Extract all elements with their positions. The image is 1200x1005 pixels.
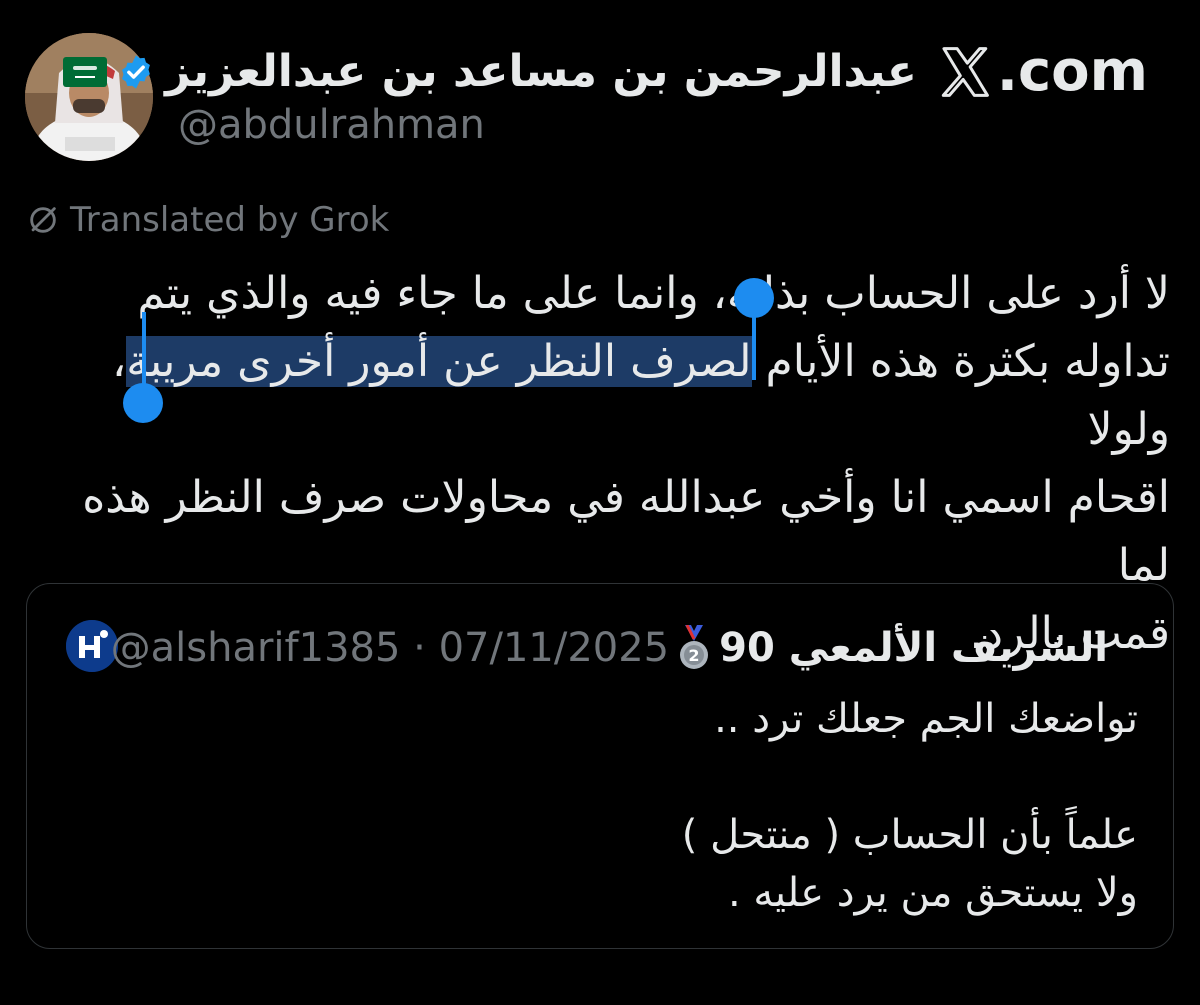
verified-badge-icon — [122, 55, 151, 89]
second-place-medal-icon: 2 — [680, 625, 709, 669]
selection-end-caret — [142, 312, 146, 392]
translation-note[interactable]: Translated by Grok — [26, 197, 389, 243]
tweet-line-3: اقحام اسمي انا وأخي عبدالله في محاولات ص… — [82, 472, 1170, 591]
quoted-header: الشريف الألمعي 90 2 @alsharif1385 · 07/1… — [111, 620, 1108, 676]
selected-text[interactable]: لصرف النظر عن أمور أخرى مريبة — [126, 336, 752, 387]
author-display-name-row[interactable]: عبدالرحمن بن مساعد بن عبدالعزيز — [63, 40, 917, 104]
tweet-line-1: لا أرد على الحساب بذاته، وانما على ما جا… — [137, 268, 1170, 319]
selection-end-handle[interactable] — [123, 383, 163, 423]
x-logo-icon — [941, 47, 989, 97]
tweet-line-2: تداوله بكثرة هذه الأيام لصرف النظر عن أم… — [26, 328, 1170, 464]
translation-label: Translated by Grok — [70, 200, 390, 240]
quoted-handle-date[interactable]: @alsharif1385 · 07/11/2025 — [111, 620, 669, 676]
author-display-name: عبدالرحمن بن مساعد بن عبدالعزيز — [165, 46, 917, 97]
tweet-line-2-start: تداوله بكثرة هذه الأيام — [751, 336, 1171, 387]
author-handle[interactable]: @abdulrahman — [178, 100, 485, 150]
quoted-display-name[interactable]: الشريف الألمعي 90 — [719, 620, 1108, 676]
brand-logo: .com — [935, 40, 1148, 104]
brand-domain: .com — [996, 39, 1148, 104]
selection-start-handle[interactable] — [734, 278, 774, 318]
svg-text:2: 2 — [689, 646, 700, 665]
translate-icon — [30, 207, 56, 233]
saudi-flag-icon — [63, 57, 108, 87]
quoted-tweet-text: تواضعك الجم جعلك ترد .. علماً بأن الحساب… — [681, 696, 1138, 916]
